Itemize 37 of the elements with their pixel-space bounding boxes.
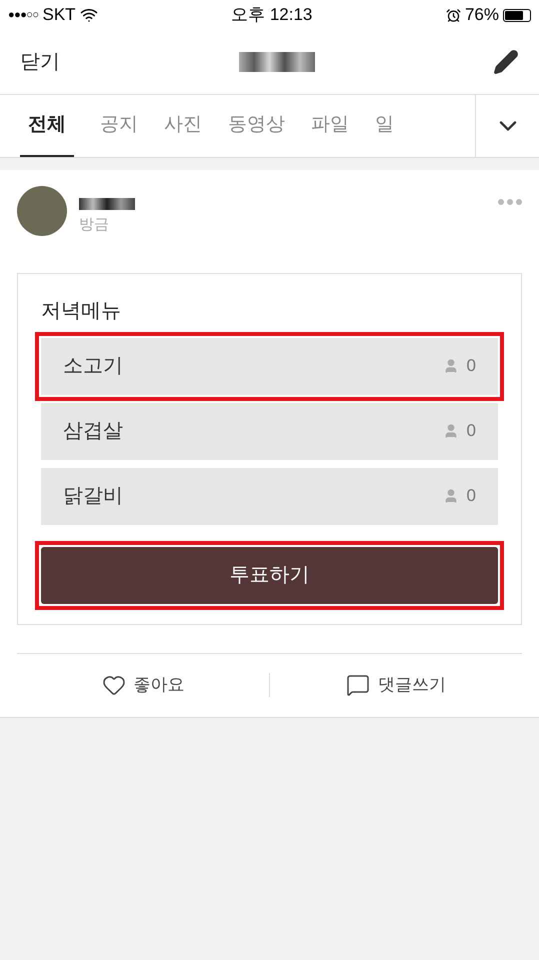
person-icon xyxy=(442,488,459,504)
heart-icon xyxy=(102,673,126,697)
edit-icon[interactable] xyxy=(493,49,519,75)
vote-count: 0 xyxy=(466,485,476,508)
carrier-name: SKT xyxy=(42,4,76,26)
tab[interactable]: 파일 xyxy=(311,95,349,157)
tab[interactable]: 동영상 xyxy=(228,95,285,157)
vote-count: 0 xyxy=(466,420,476,442)
alarm-icon xyxy=(446,8,461,22)
clock: 오후 12:13 xyxy=(231,4,312,26)
option-label: 삼겹살 xyxy=(63,419,123,444)
option-label: 소고기 xyxy=(63,354,123,379)
battery-icon xyxy=(503,8,531,22)
wifi-icon xyxy=(80,6,98,24)
poll-option[interactable]: 소고기 0 xyxy=(41,338,498,394)
avatar xyxy=(17,186,67,236)
battery-percentage: 76% xyxy=(464,4,499,26)
person-icon xyxy=(442,423,459,439)
comment-button[interactable]: 댓글쓰기 xyxy=(270,672,522,698)
tab[interactable]: 전체 xyxy=(20,95,74,157)
post-time: 방금 xyxy=(79,215,110,235)
poll-option[interactable]: 삼겹살 0 xyxy=(41,402,498,460)
like-button[interactable]: 좋아요 xyxy=(17,672,269,698)
poll-title: 저녁메뉴 xyxy=(41,298,122,324)
poll-option[interactable]: 닭갈비 0 xyxy=(41,468,498,524)
person-icon xyxy=(442,358,459,374)
vote-count: 0 xyxy=(466,355,476,378)
vote-button[interactable]: 투표하기 xyxy=(41,546,498,604)
tab[interactable]: 일 xyxy=(375,95,394,157)
close-button[interactable]: 닫기 xyxy=(20,47,60,77)
more-options-icon[interactable] xyxy=(498,199,522,205)
tab[interactable]: 사진 xyxy=(164,95,202,157)
option-label: 닭갈비 xyxy=(63,484,123,509)
blurred-author-name xyxy=(79,198,135,210)
speech-bubble-icon xyxy=(346,673,370,697)
signal-strength: ●●●○○ xyxy=(8,8,38,23)
tab[interactable]: 공지 xyxy=(100,95,138,157)
